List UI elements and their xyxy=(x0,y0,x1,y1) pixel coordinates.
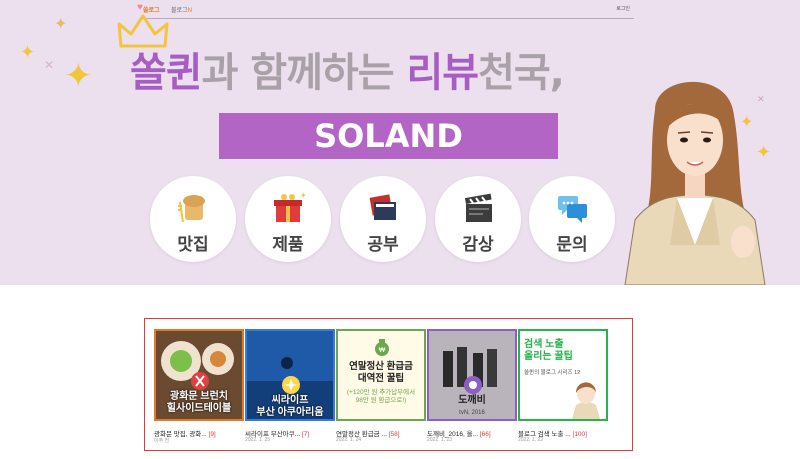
comment-count: [9] xyxy=(208,431,216,438)
svg-text:₩: ₩ xyxy=(379,347,386,354)
category-label: 공부 xyxy=(367,235,399,255)
category-button-products[interactable]: ✦ 제품 xyxy=(245,176,331,262)
post-thumbnail-caption: 검색 노출 올리는 꿀팁 xyxy=(524,339,573,362)
post-thumbnail: 광화문 브런치 힐사이드테이블 xyxy=(154,329,244,421)
nav-link-label: 블로그 xyxy=(171,8,188,14)
category-label: 문의 xyxy=(556,235,588,255)
comment-count: [66] xyxy=(479,431,491,438)
category-button-review[interactable]: 감상 xyxy=(435,176,521,262)
post-date: 2022. 1. 25 xyxy=(245,437,271,443)
post-thumbnail: 씨라이프 부산 아쿠아리움 xyxy=(245,329,335,421)
page: ♥ 쏠로그 블로그N 로그인 ✦ ✦ ✕ ✦ ✦ ✕ ✦ 쏠퀸과 함께하는 리뷰… xyxy=(0,0,800,459)
category-button-study[interactable]: 공부 xyxy=(340,176,426,262)
sparkle-icon: ✕ xyxy=(44,58,55,72)
post-thumbnail-caption: 연말정산 환급금 대역전 꿀팁 xyxy=(349,361,413,384)
sparkle-badge-icon xyxy=(282,376,300,394)
category-label: 제품 xyxy=(272,235,304,255)
recent-posts-gallery: 광화문 브런치 힐사이드테이블 광화문 맛집, 광화... [9] 이주 전 씨라… xyxy=(144,318,633,451)
post-card[interactable]: 씨라이프 부산 아쿠아리움 씨라이프 부산아쿠... [7] 2022. 1. 2… xyxy=(245,329,335,443)
comment-count: [100] xyxy=(572,431,587,438)
comment-count: [58] xyxy=(388,431,400,438)
login-link[interactable]: 로그인 xyxy=(616,5,630,12)
post-date: 2022. 1. 22 xyxy=(518,437,544,443)
post-thumbnail-subcaption: tvN, 2016 xyxy=(459,410,485,416)
comment-count: [7] xyxy=(301,431,310,438)
category-label: 감상 xyxy=(462,235,494,255)
banner-title-box: SOLAND xyxy=(219,113,558,159)
money-bag-icon: ₩ xyxy=(375,339,389,356)
bread-icon xyxy=(178,195,205,223)
post-card[interactable]: 광화문 브런치 힐사이드테이블 광화문 맛집, 광화... [9] 이주 전 xyxy=(154,329,244,444)
top-navigation-bar: ♥ 쏠로그 블로그N 로그인 xyxy=(137,2,634,19)
blogger-character-illustration xyxy=(624,81,766,285)
headline-part-3: 리뷰 xyxy=(406,50,479,96)
review-badge-icon xyxy=(464,376,482,394)
clapperboard-icon xyxy=(464,193,492,222)
books-icon xyxy=(369,194,396,220)
post-date: 이주 전 xyxy=(154,438,170,444)
post-card[interactable]: 검색 노출 올리는 꿀팁 쏠퀸의 블로그 시리즈 12 블로그 검색 노출 ...… xyxy=(518,329,608,443)
sparkle-icon: ✦ xyxy=(64,57,93,95)
nav-link-blog[interactable]: 블로그N xyxy=(171,5,192,14)
post-date: 2022. 1. 24 xyxy=(336,437,362,443)
post-card[interactable]: 도깨비 tvN, 2016 도깨비_2016, 을... [66] 2022. … xyxy=(427,329,517,443)
post-thumbnail-caption: 씨라이프 부산 아쿠아리움 xyxy=(256,395,324,418)
category-label: 맛집 xyxy=(177,235,209,255)
post-thumbnail: ₩ 연말정산 환급금 대역전 꿀팁 (+120만 원 추가납부에서 98만 원 환급… xyxy=(336,329,426,421)
post-date: 2022. 1. 23 xyxy=(427,437,453,443)
svg-text:✦: ✦ xyxy=(300,191,306,200)
headline-part-4: 천국, xyxy=(478,50,565,96)
sparkle-icon: ✦ xyxy=(54,16,68,33)
banner-headline: 쏠퀸과 함께하는 리뷰천국, xyxy=(130,42,670,104)
post-thumbnail-caption: 광화문 브런치 힐사이드테이블 xyxy=(166,391,232,414)
headline-part-1: 쏠퀸 xyxy=(130,50,203,96)
chat-bubble-icon xyxy=(558,196,587,223)
post-card[interactable]: ₩ 연말정산 환급금 대역전 꿀팁 (+120만 원 추가납부에서 98만 원 환급… xyxy=(336,329,426,443)
category-button-food[interactable]: 맛집 xyxy=(150,176,236,262)
post-thumbnail: 검색 노출 올리는 꿀팁 쏠퀸의 블로그 시리즈 12 xyxy=(518,329,608,421)
post-thumbnail: 도깨비 tvN, 2016 xyxy=(427,329,517,421)
sparkle-icon: ✦ xyxy=(20,42,36,62)
blogger-avatar xyxy=(572,382,600,419)
fork-knife-icon xyxy=(191,372,209,390)
new-badge: N xyxy=(187,8,192,14)
blog-header-banner: ♥ 쏠로그 블로그N 로그인 ✦ ✦ ✕ ✦ ✦ ✕ ✦ 쏠퀸과 함께하는 리뷰… xyxy=(0,0,800,285)
category-button-inquiry[interactable]: 문의 xyxy=(529,176,615,262)
post-thumbnail-caption: 도깨비 xyxy=(458,395,486,406)
post-thumbnail-subcaption: (+120만 원 추가납부에서 98만 원 환급으로!) xyxy=(346,389,416,404)
gift-icon: ✦ xyxy=(274,191,306,222)
headline-part-2: 과 함께하는 xyxy=(201,50,407,96)
